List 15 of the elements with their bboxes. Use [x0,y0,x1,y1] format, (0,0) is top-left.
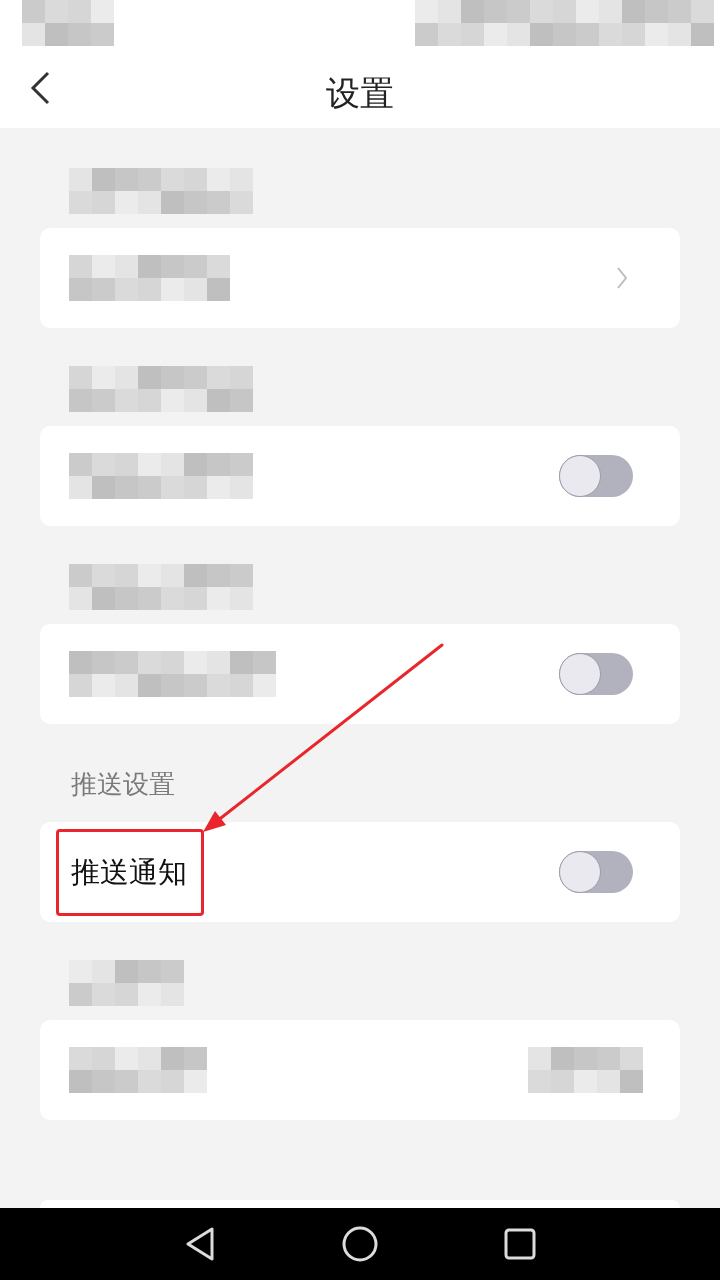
setting-label: 推送通知 [71,854,187,890]
settings-card[interactable] [40,1020,680,1120]
settings-card[interactable] [40,624,680,724]
toggle-switch[interactable] [559,851,633,893]
section-title: 推送设置 [71,768,175,801]
toggle-switch[interactable] [559,653,633,695]
page-title: 设置 [326,73,394,114]
settings-card[interactable]: 推送通知 [40,822,680,922]
toggle-switch[interactable] [559,455,633,497]
recents-icon[interactable] [504,1228,536,1260]
settings-card[interactable] [40,228,680,328]
chevron-icon [616,266,628,290]
back-icon[interactable] [30,71,50,105]
home-icon[interactable] [342,1226,378,1262]
settings-card[interactable] [40,426,680,526]
